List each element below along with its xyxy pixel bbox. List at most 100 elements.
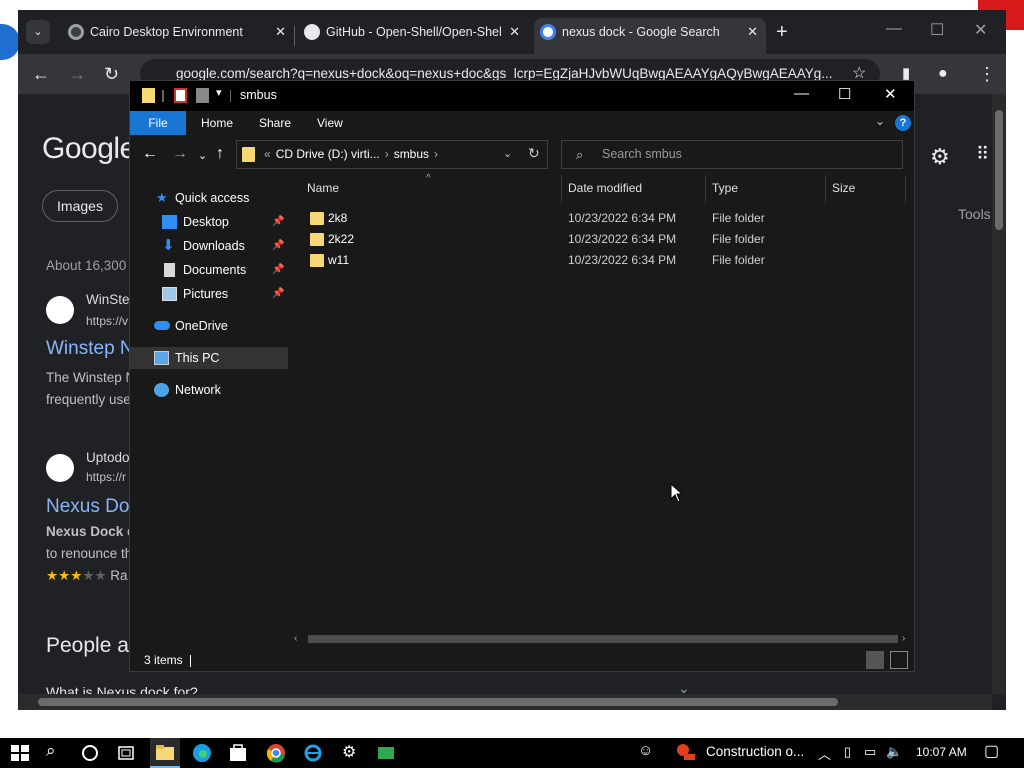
tab-cairo[interactable]: Cairo Desktop Environment ✕ (62, 18, 294, 54)
close-tab-icon[interactable]: ✕ (747, 18, 758, 46)
expand-ribbon-icon[interactable]: ⌄ (875, 114, 885, 128)
tools-button[interactable]: Tools (958, 206, 991, 222)
search-icon[interactable]: ⌕ (46, 741, 56, 761)
nav-downloads[interactable]: ⬇ Downloads 📌 (130, 235, 288, 257)
cortana-icon[interactable] (80, 743, 100, 763)
scrollbar-thumb[interactable] (308, 635, 898, 643)
properties-icon[interactable] (174, 88, 187, 103)
task-view-icon[interactable] (116, 743, 136, 763)
nav-desktop[interactable]: Desktop 📌 (130, 211, 288, 233)
scrollbar-thumb[interactable] (995, 110, 1003, 230)
tab-view[interactable]: View (317, 111, 343, 135)
back-icon[interactable]: ← (142, 146, 158, 162)
chevron-right-icon[interactable]: › (385, 147, 389, 161)
nav-quick-access[interactable]: ★ Quick access (130, 187, 288, 209)
maximize-icon[interactable]: ☐ (838, 85, 851, 103)
maximize-icon[interactable]: ☐ (930, 20, 944, 40)
clock[interactable]: 10:07 AM (916, 745, 967, 759)
internet-explorer-icon[interactable] (303, 743, 323, 763)
close-tab-icon[interactable]: ✕ (275, 18, 286, 46)
column-divider[interactable] (905, 175, 906, 203)
store-icon[interactable] (228, 743, 248, 763)
minimize-icon[interactable]: — (886, 20, 902, 38)
chrome-icon[interactable] (266, 743, 286, 763)
scroll-right-icon[interactable]: › (902, 631, 905, 647)
nav-network[interactable]: Network (130, 379, 288, 401)
tab-share[interactable]: Share (259, 111, 291, 135)
scrollbar-thumb[interactable] (38, 698, 838, 706)
start-windows-icon[interactable] (10, 743, 30, 763)
column-divider[interactable] (561, 175, 562, 203)
tab-google-search[interactable]: nexus dock - Google Search ✕ (534, 18, 766, 54)
traffic-alert-icon[interactable] (676, 743, 696, 763)
notifications-icon[interactable]: ▢ (984, 741, 999, 761)
recent-locations-icon[interactable]: ⌄ (198, 148, 207, 164)
column-header-name[interactable]: Name (307, 181, 339, 195)
apps-grid-icon[interactable]: ⠿ (976, 144, 989, 165)
horizontal-scrollbar[interactable]: ‹ › (290, 631, 914, 647)
nav-documents[interactable]: Documents 📌 (130, 259, 288, 281)
column-divider[interactable] (825, 175, 826, 203)
edge-icon[interactable] (192, 743, 212, 763)
chevron-right-icon[interactable]: › (434, 147, 438, 161)
pin-icon[interactable]: 📌 (272, 235, 284, 257)
close-icon[interactable]: ✕ (884, 85, 897, 103)
result-title-link[interactable]: Nexus Do (46, 496, 129, 518)
details-view-icon[interactable] (866, 651, 884, 669)
google-logo[interactable]: Google (42, 132, 136, 166)
customize-qa-icon[interactable]: ▾ (216, 86, 222, 99)
nav-onedrive[interactable]: OneDrive (130, 315, 288, 337)
breadcrumb-item[interactable]: CD Drive (D:) virti... (276, 147, 380, 161)
breadcrumb-item[interactable]: smbus (394, 147, 429, 161)
phone-icon[interactable]: ▯ (844, 744, 851, 760)
refresh-icon[interactable]: ↻ (528, 145, 540, 162)
forward-icon[interactable]: → (172, 146, 188, 162)
tab-file[interactable]: File (130, 111, 186, 135)
chevron-up-icon[interactable]: ︿ (818, 744, 831, 763)
file-row[interactable]: 2k8 10/23/2022 6:34 PM File folder (306, 208, 906, 229)
pin-icon[interactable]: 📌 (272, 283, 284, 305)
tab-search-button[interactable]: ⌄ (26, 20, 50, 44)
settings-gear-icon[interactable]: ⚙ (342, 742, 356, 762)
vertical-scrollbar[interactable] (992, 94, 1006, 694)
horizontal-scrollbar[interactable] (18, 694, 992, 710)
close-icon[interactable]: ✕ (974, 20, 987, 40)
close-tab-icon[interactable]: ✕ (509, 18, 520, 46)
scroll-left-icon[interactable]: ‹ (294, 631, 297, 647)
pin-icon[interactable]: 📌 (272, 259, 284, 281)
column-divider[interactable] (705, 175, 706, 203)
pin-icon[interactable]: 📌 (272, 211, 284, 233)
tab-github[interactable]: GitHub - Open-Shell/Open-Shel ✕ (298, 18, 528, 54)
breadcrumb-overflow-icon[interactable]: « (264, 147, 271, 161)
notification-title[interactable]: Construction o... (706, 744, 804, 759)
large-icons-view-icon[interactable] (890, 651, 908, 669)
tab-home[interactable]: Home (201, 111, 233, 135)
volume-muted-icon[interactable]: 🔈 (886, 744, 902, 760)
address-dropdown-icon[interactable]: ⌄ (503, 147, 512, 160)
app-green-icon[interactable] (376, 743, 396, 763)
network-status-icon[interactable]: ▭ (864, 744, 876, 760)
forward-icon[interactable]: → (68, 64, 86, 84)
reload-icon[interactable]: ↻ (104, 64, 119, 84)
new-folder-icon[interactable] (196, 88, 209, 103)
minimize-icon[interactable]: — (794, 85, 809, 102)
column-header-type[interactable]: Type (712, 181, 738, 195)
new-tab-button[interactable]: + (776, 22, 788, 42)
column-header-date[interactable]: Date modified (568, 181, 642, 195)
nav-pictures[interactable]: Pictures 📌 (130, 283, 288, 305)
result-title-link[interactable]: Winstep N (46, 338, 134, 360)
up-icon[interactable]: ↑ (216, 146, 224, 162)
help-icon[interactable]: ? (895, 115, 911, 131)
file-row[interactable]: 2k22 10/23/2022 6:34 PM File folder (306, 229, 906, 250)
settings-gear-icon[interactable]: ⚙ (930, 144, 950, 170)
menu-icon[interactable]: ⋮ (978, 64, 996, 84)
file-row[interactable]: w11 10/23/2022 6:34 PM File folder (306, 250, 906, 271)
back-icon[interactable]: ← (32, 64, 50, 84)
address-bar[interactable]: « CD Drive (D:) virti... › smbus › ⌄ ↻ (236, 140, 548, 169)
file-explorer-icon[interactable] (155, 743, 175, 763)
people-icon[interactable]: ☺ (638, 742, 653, 759)
search-box[interactable]: ⌕ Search smbus (561, 140, 903, 169)
images-filter-chip[interactable]: Images (42, 190, 118, 222)
profile-icon[interactable]: ● (938, 64, 948, 84)
column-header-size[interactable]: Size (832, 181, 855, 195)
